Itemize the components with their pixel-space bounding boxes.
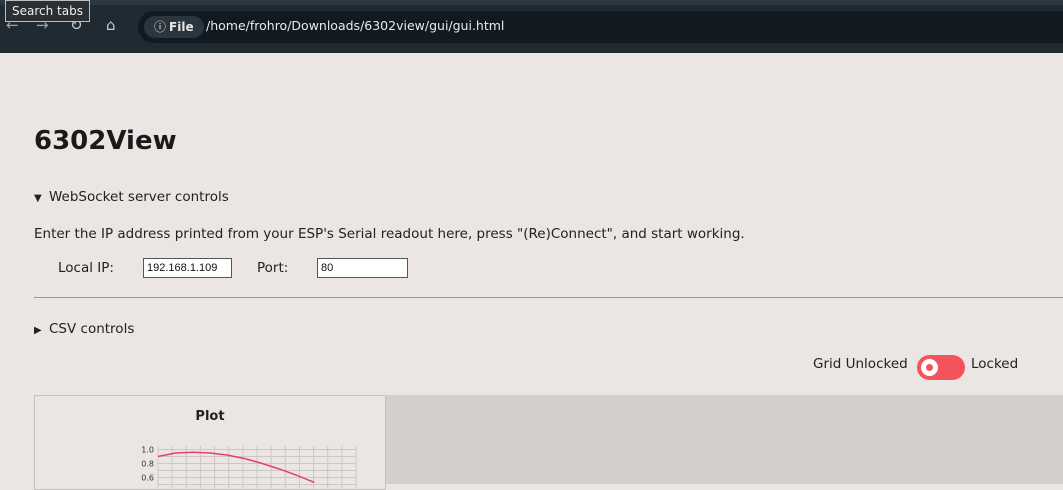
file-label: File [169, 20, 194, 34]
y-tick-label: 0.6 [141, 474, 154, 483]
section-divider [34, 297, 1063, 298]
plot-panel[interactable]: Plot 1.0 0.8 0.6 [34, 395, 386, 490]
y-tick-label: 0.8 [141, 460, 154, 469]
expanded-triangle-icon: ▼ [34, 193, 42, 204]
info-icon: ⓘ [154, 20, 167, 34]
y-tick-label: 1.0 [141, 446, 154, 455]
websocket-controls-summary[interactable]: ▼ WebSocket server controls [34, 189, 229, 205]
port-label: Port: [257, 260, 289, 276]
local-ip-label: Local IP: [58, 260, 114, 276]
websocket-summary-label: WebSocket server controls [49, 189, 229, 205]
local-ip-input[interactable]: 192.168.1.109 [143, 258, 232, 278]
collapsed-triangle-icon: ▶ [34, 325, 42, 336]
csv-controls-summary[interactable]: ▶ CSV controls [34, 321, 134, 337]
csv-summary-label: CSV controls [49, 321, 135, 337]
toggle-knob [921, 359, 938, 376]
grid-locked-label: Locked [971, 356, 1019, 372]
page-title: 6302View [34, 126, 177, 156]
search-tabs-tooltip: Search tabs [5, 0, 90, 22]
site-info-chip[interactable]: ⓘ File [144, 16, 204, 38]
address-bar[interactable]: ⓘ File /home/frohro/Downloads/6302view/gu… [138, 11, 1063, 43]
grid-unlocked-label: Grid Unlocked [813, 356, 908, 372]
url-text[interactable]: /home/frohro/Downloads/6302view/gui/gui.… [206, 18, 504, 33]
grid-workspace [386, 395, 1063, 484]
port-input[interactable]: 80 [317, 258, 408, 278]
home-icon[interactable]: ⌂ [106, 16, 116, 34]
grid-lock-toggle[interactable] [917, 355, 965, 380]
plot-chart: 1.0 0.8 0.6 [141, 446, 357, 489]
connection-instructions: Enter the IP address printed from your E… [34, 226, 745, 242]
